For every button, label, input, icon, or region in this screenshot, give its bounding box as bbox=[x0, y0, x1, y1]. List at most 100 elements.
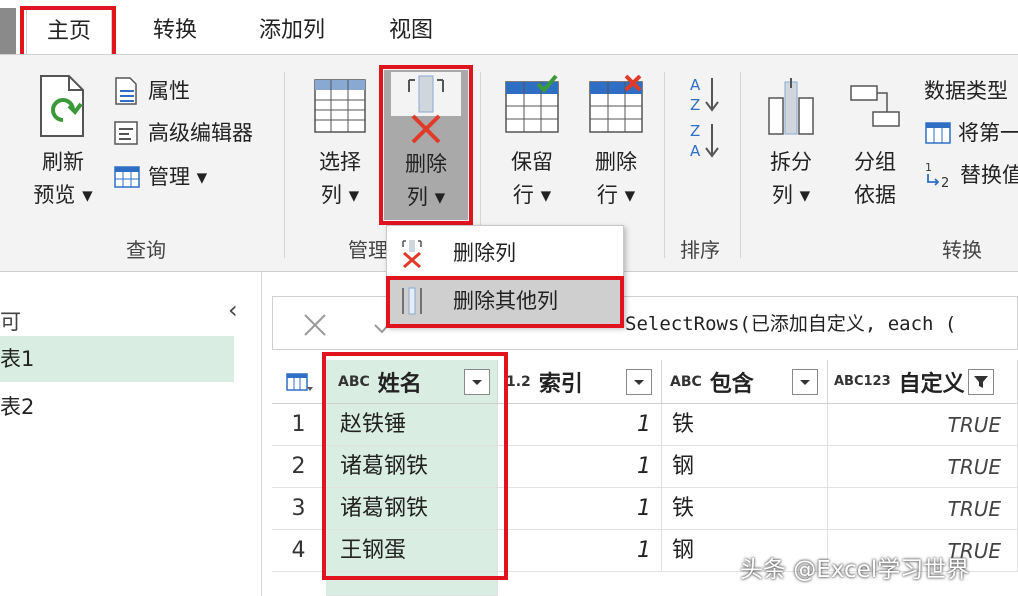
svg-text:1: 1 bbox=[925, 161, 932, 174]
svg-text:A: A bbox=[690, 76, 701, 94]
table-cell-custom[interactable]: TRUE bbox=[828, 404, 1018, 446]
table-cell-index[interactable]: 1 bbox=[498, 488, 662, 530]
svg-text:Z: Z bbox=[690, 122, 700, 140]
data-type-button[interactable]: 数据类型 bbox=[924, 76, 1008, 106]
watermark: 头条 @Excel学习世界 bbox=[740, 557, 970, 583]
table-cell-index[interactable]: 1 bbox=[498, 446, 662, 488]
advanced-editor-icon bbox=[114, 121, 138, 145]
table-cell-contains[interactable]: 铁 bbox=[662, 404, 828, 446]
keep-rows-label-1: 保留 bbox=[511, 150, 553, 174]
table-cell-contains[interactable]: 铁 bbox=[662, 488, 828, 530]
row-number[interactable]: 2 bbox=[272, 446, 326, 488]
replace-values-button[interactable]: 1 2 替换值 bbox=[924, 160, 1018, 190]
column-header-name[interactable]: ABC 姓名 bbox=[326, 360, 498, 404]
query-item-table2[interactable]: 表2 bbox=[0, 384, 234, 430]
group-label-transform: 转换 bbox=[942, 238, 982, 262]
advanced-editor-button[interactable]: 高级编辑器 bbox=[112, 118, 253, 148]
data-type-label: 数据类型 bbox=[924, 79, 1008, 103]
replace-values-label: 替换值 bbox=[960, 163, 1018, 187]
choose-columns-button[interactable]: 选择 列 ▾ bbox=[306, 74, 374, 212]
type-text-icon: ABC bbox=[338, 373, 370, 390]
remove-rows-label-2: 行 ▾ bbox=[596, 183, 636, 207]
menu-item-remove-other-columns-label: 删除其他列 bbox=[453, 289, 558, 313]
remove-columns-label-1: 删除 bbox=[405, 152, 447, 176]
ribbon-separator bbox=[664, 72, 665, 258]
use-first-row-button[interactable]: 将第一 bbox=[924, 118, 1018, 148]
remove-columns-button[interactable]: 删除 列 ▾ bbox=[384, 70, 468, 220]
column-header-custom[interactable]: ABC123 自定义 bbox=[828, 360, 1018, 404]
remove-rows-icon bbox=[589, 74, 643, 133]
sort-descending-button[interactable]: Z A bbox=[688, 120, 722, 160]
column-header-index-label: 索引 bbox=[538, 371, 583, 397]
remove-columns-dropdown: 删除列 删除其他列 bbox=[386, 225, 624, 327]
column-filter-active-button[interactable] bbox=[968, 369, 994, 395]
manage-label: 管理 ▾ bbox=[148, 165, 208, 189]
group-by-button[interactable]: 分组 依据 bbox=[842, 74, 908, 212]
column-header-index[interactable]: 1.2 索引 bbox=[498, 360, 662, 404]
manage-button[interactable]: 管理 ▾ bbox=[112, 162, 207, 192]
properties-label: 属性 bbox=[148, 79, 190, 103]
type-decimal-icon: 1.2 bbox=[506, 373, 531, 390]
refresh-preview-button[interactable]: 刷新 预览 ▾ bbox=[22, 74, 104, 212]
cancel-formula-icon[interactable] bbox=[301, 311, 329, 339]
queries-pane-title: 可 bbox=[0, 310, 21, 334]
table-cell-name[interactable]: 赵铁锤 bbox=[326, 404, 498, 446]
group-label-manage: 管理 bbox=[348, 238, 388, 262]
ribbon-tab-bar: 主页 转换 添加列 视图 bbox=[0, 0, 1018, 62]
refresh-label-1: 刷新 bbox=[42, 150, 84, 174]
keep-rows-label-2: 行 ▾ bbox=[512, 183, 552, 207]
table-cell-name[interactable]: 王钢蛋 bbox=[326, 530, 498, 572]
row-number[interactable]: 4 bbox=[272, 530, 326, 572]
table-cell-name[interactable]: 诸葛钢铁 bbox=[326, 488, 498, 530]
type-any-icon: ABC123 bbox=[834, 373, 891, 389]
keep-rows-button[interactable]: 保留 行 ▾ bbox=[498, 74, 566, 212]
column-header-custom-label: 自定义 bbox=[898, 371, 965, 397]
split-column-icon bbox=[768, 78, 814, 135]
row-number[interactable]: 1 bbox=[272, 404, 326, 446]
table-cell-index[interactable]: 1 bbox=[498, 530, 662, 572]
table-cell-index[interactable]: 1 bbox=[498, 404, 662, 446]
chevron-down-icon bbox=[472, 380, 482, 385]
file-tab-edge[interactable] bbox=[0, 8, 16, 54]
refresh-label-2: 预览 ▾ bbox=[33, 183, 93, 207]
menu-item-remove-other-columns[interactable]: 删除其他列 bbox=[387, 278, 623, 324]
query-item-table1[interactable]: 表1 bbox=[0, 336, 234, 382]
choose-columns-label-2: 列 ▾ bbox=[320, 183, 360, 207]
split-column-label-2: 列 ▾ bbox=[771, 183, 811, 207]
column-filter-button[interactable] bbox=[464, 369, 490, 395]
svg-text:A: A bbox=[690, 142, 701, 160]
group-label-query: 查询 bbox=[126, 238, 166, 262]
chevron-down-icon bbox=[634, 380, 644, 385]
row-number[interactable]: 3 bbox=[272, 488, 326, 530]
tab-view[interactable]: 视图 bbox=[368, 8, 454, 54]
column-header-contains[interactable]: ABC 包含 bbox=[662, 360, 828, 404]
properties-icon bbox=[115, 77, 137, 105]
sort-descending-icon: Z A bbox=[690, 122, 719, 160]
replace-values-icon: 1 2 bbox=[925, 161, 949, 190]
menu-item-remove-columns[interactable]: 删除列 bbox=[387, 230, 623, 276]
column-filter-button[interactable] bbox=[792, 369, 818, 395]
table-cell-custom[interactable]: TRUE bbox=[828, 446, 1018, 488]
formula-text[interactable]: SelectRows(已添加自定义, each ( bbox=[625, 309, 956, 336]
grid-corner-menu[interactable] bbox=[272, 360, 326, 404]
tab-home[interactable]: 主页 bbox=[26, 8, 112, 54]
remove-columns-icon bbox=[391, 72, 461, 144]
tab-add-column[interactable]: 添加列 bbox=[240, 8, 344, 54]
remove-columns-label-2: 列 ▾ bbox=[406, 185, 446, 209]
table-cell-custom[interactable]: TRUE bbox=[828, 488, 1018, 530]
advanced-editor-label: 高级编辑器 bbox=[148, 121, 253, 145]
column-filter-button[interactable] bbox=[626, 369, 652, 395]
remove-rows-button[interactable]: 删除 行 ▾ bbox=[582, 74, 650, 212]
table-cell-contains[interactable]: 钢 bbox=[662, 446, 828, 488]
choose-columns-icon bbox=[314, 79, 366, 133]
split-column-label-1: 拆分 bbox=[770, 150, 812, 174]
split-column-button[interactable]: 拆分 列 ▾ bbox=[758, 74, 824, 212]
sort-ascending-button[interactable]: A Z bbox=[688, 74, 722, 114]
ribbon-separator bbox=[740, 72, 741, 258]
formula-bar[interactable]: SelectRows(已添加自定义, each ( bbox=[272, 296, 1018, 350]
collapse-pane-icon[interactable]: ‹ bbox=[228, 296, 238, 324]
refresh-page-icon bbox=[40, 75, 84, 137]
properties-button[interactable]: 属性 bbox=[112, 76, 190, 106]
tab-transform[interactable]: 转换 bbox=[132, 8, 218, 54]
table-cell-name[interactable]: 诸葛钢铁 bbox=[326, 446, 498, 488]
